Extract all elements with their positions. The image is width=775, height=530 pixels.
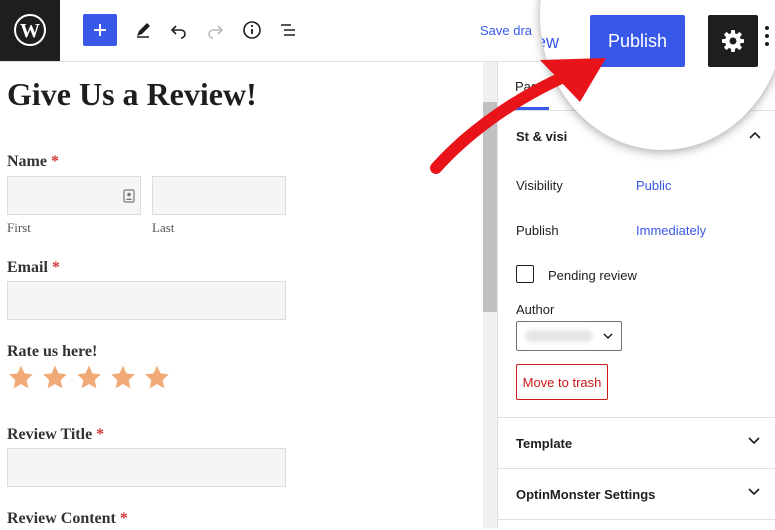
tab-page[interactable]: Pag xyxy=(515,79,538,94)
chevron-down-icon xyxy=(603,333,613,340)
publish-label: Publish xyxy=(516,223,559,238)
undo-button[interactable] xyxy=(162,14,196,46)
save-draft-link[interactable]: Save dra xyxy=(480,23,532,38)
rate-label: Rate us here! xyxy=(7,343,98,360)
active-tab-indicator xyxy=(515,107,549,110)
list-view-icon xyxy=(281,24,295,36)
star-rating xyxy=(7,364,171,391)
undo-icon xyxy=(170,25,186,39)
optinmonster-panel[interactable]: OptinMonster Settings xyxy=(498,468,775,519)
preview-link[interactable]: iew xyxy=(540,32,559,53)
email-input[interactable] xyxy=(7,281,286,320)
star-icon[interactable] xyxy=(75,364,103,391)
last-sublabel: Last xyxy=(152,220,175,235)
required-mark: * xyxy=(51,259,60,276)
required-mark: * xyxy=(119,510,128,527)
required-mark: * xyxy=(96,426,105,443)
editor-scrollbar[interactable] xyxy=(483,62,497,528)
redo-icon xyxy=(208,25,224,39)
star-icon[interactable] xyxy=(41,364,69,391)
pending-review-label: Pending review xyxy=(548,268,637,283)
optinmonster-panel-title: OptinMonster Settings xyxy=(516,487,656,502)
star-icon[interactable] xyxy=(143,364,171,391)
svg-text:W: W xyxy=(20,20,40,42)
review-content-label: Review Content * xyxy=(7,510,128,528)
review-title-label-text: Review Title xyxy=(7,426,93,443)
review-title-label: Review Title * xyxy=(7,426,104,444)
gear-icon xyxy=(722,30,744,52)
wordpress-logo-button[interactable]: W xyxy=(0,0,60,61)
next-panel xyxy=(498,519,775,530)
author-select[interactable] xyxy=(516,321,622,351)
author-label: Author xyxy=(516,302,555,317)
add-block-button[interactable] xyxy=(83,14,117,46)
pending-review-checkbox[interactable] xyxy=(516,265,534,283)
move-to-trash-button[interactable]: Move to trash xyxy=(516,364,608,400)
more-options-icon[interactable] xyxy=(764,25,770,47)
review-content-label-text: Review Content xyxy=(7,510,116,527)
chevron-down-icon xyxy=(748,437,760,445)
first-name-input[interactable] xyxy=(7,176,141,215)
visibility-label: Visibility xyxy=(516,178,563,193)
tools-button[interactable] xyxy=(126,14,160,46)
plus-icon xyxy=(94,24,106,36)
name-label-text: Name xyxy=(7,153,47,170)
editor-canvas: Give Us a Review! Name * First Last Emai… xyxy=(0,62,497,528)
first-sublabel: First xyxy=(7,220,31,235)
email-label-text: Email xyxy=(7,259,48,276)
visibility-value[interactable]: Public xyxy=(636,178,671,193)
list-view-button[interactable] xyxy=(272,14,306,46)
chevron-down-icon xyxy=(748,488,760,496)
info-icon xyxy=(243,21,261,39)
required-mark: * xyxy=(50,153,59,170)
scrollbar-thumb[interactable] xyxy=(483,102,497,312)
settings-button[interactable] xyxy=(708,15,758,67)
contact-card-icon xyxy=(123,189,135,203)
review-title-input[interactable] xyxy=(7,448,286,487)
last-name-input[interactable] xyxy=(152,176,286,215)
details-button[interactable] xyxy=(235,14,269,46)
star-icon[interactable] xyxy=(109,364,137,391)
author-name-redacted xyxy=(525,330,593,342)
status-visibility-panel-title[interactable]: St & visi xyxy=(516,129,567,144)
chevron-up-icon[interactable] xyxy=(749,130,761,140)
template-panel-title: Template xyxy=(516,436,573,451)
name-label: Name * xyxy=(7,153,59,171)
pencil-icon xyxy=(137,23,150,38)
template-panel[interactable]: Template xyxy=(498,417,775,468)
star-icon[interactable] xyxy=(7,364,35,391)
page-title[interactable]: Give Us a Review! xyxy=(7,76,257,113)
publish-date-value[interactable]: Immediately xyxy=(636,223,706,238)
wordpress-icon: W xyxy=(14,14,46,46)
publish-button[interactable]: Publish xyxy=(590,15,685,67)
redo-button[interactable] xyxy=(198,14,232,46)
email-label: Email * xyxy=(7,259,60,277)
